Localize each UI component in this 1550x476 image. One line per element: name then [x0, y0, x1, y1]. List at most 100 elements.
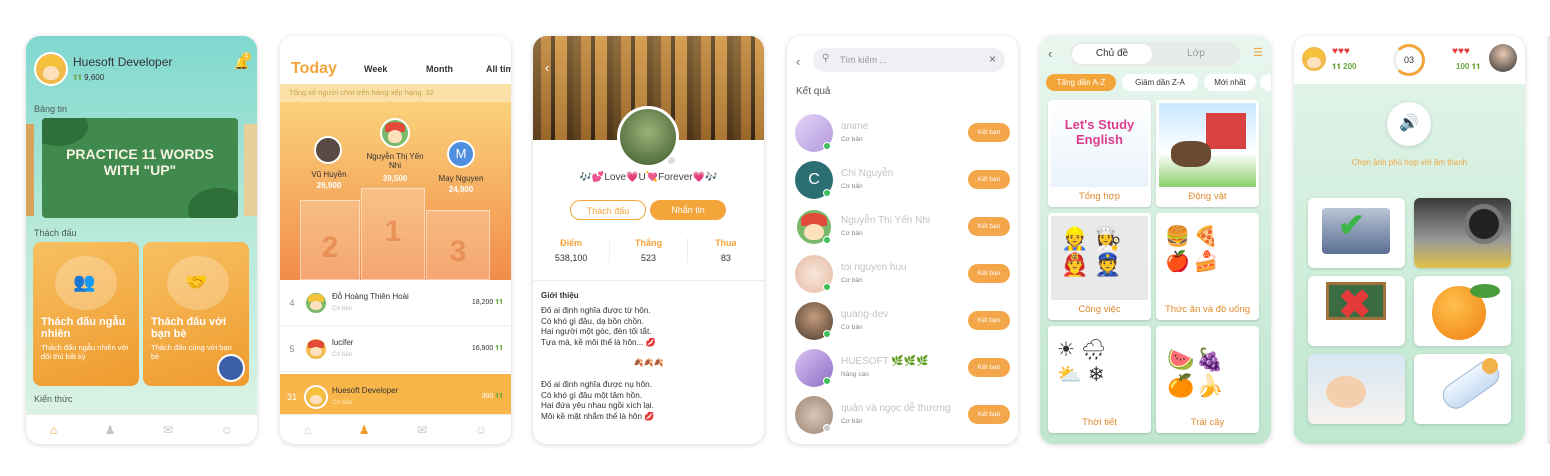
their-score: 100 𝟏𝟏	[1456, 62, 1481, 71]
add-friend-button[interactable]: Kết bạn	[968, 311, 1010, 330]
tab-grade[interactable]: Lớp	[1156, 44, 1236, 64]
notification-badge: 1	[242, 52, 251, 61]
sort-az-chip[interactable]: Tăng dần A-Z	[1046, 74, 1116, 91]
user-avatar[interactable]	[34, 52, 68, 86]
profile-icon[interactable]: ☺	[221, 423, 233, 437]
check-icon: ✔	[1338, 207, 1365, 243]
clear-icon[interactable]: ×	[989, 52, 996, 66]
online-dot	[667, 156, 676, 165]
challenge-button[interactable]: Thách đấu	[570, 200, 646, 220]
challenge-label: Thách đấu	[34, 228, 77, 238]
chat-icon[interactable]: ✉	[163, 423, 173, 437]
user-name: Huesoft Developer	[73, 55, 173, 69]
mascot-icon	[217, 354, 245, 382]
profile-screen: ‹ 🎶💕Love💗U💘Forever💗🎶 Thách đấu Nhắn tin …	[533, 36, 764, 444]
newest-chip[interactable]: Mới nhất	[1204, 74, 1256, 91]
add-friend-button[interactable]: Kết bạn	[968, 170, 1010, 189]
list-item[interactable]: toi nguyen huu Cơ bản Kết bạn	[795, 255, 1010, 301]
third-score: 24,900	[448, 185, 474, 194]
message-button[interactable]: Nhắn tin	[650, 200, 726, 220]
search-icon: ⚲	[822, 53, 830, 64]
prev-banner-peek[interactable]	[26, 124, 34, 216]
topic-tile[interactable]: Động vật	[1156, 100, 1259, 207]
tab-month[interactable]: Month	[426, 64, 453, 74]
game-prompt: Chọn ảnh phù hợp với âm thanh	[1351, 158, 1468, 167]
back-icon[interactable]: ‹	[796, 54, 800, 69]
coin-count: 𝟏𝟏 9,600	[73, 73, 105, 82]
first-score: 39,500	[382, 174, 408, 183]
chat-icon[interactable]: ✉	[417, 423, 427, 437]
answer-option[interactable]	[1414, 354, 1511, 424]
my-score: 𝟏𝟏 200	[1332, 62, 1357, 71]
list-item[interactable]: quân và ngọc dễ thương Cơ bản Kết bạn	[795, 396, 1010, 442]
intro-poem-2: Đố ai định nghĩa được nụ hôn. Có khó gì đ…	[541, 380, 655, 421]
topic-tile[interactable]: 👷👩‍🍳 👨‍🚒👮 Công việc	[1048, 213, 1151, 320]
friend-challenge-card[interactable]: 🤝 Thách đấu với bạn bè Thách đấu cùng với…	[143, 242, 249, 386]
tab-week[interactable]: Week	[364, 64, 387, 74]
add-friend-button[interactable]: Kết bạn	[968, 405, 1010, 424]
home-icon[interactable]: ⌂	[304, 423, 311, 437]
my-hearts: ♥♥♥	[1332, 46, 1350, 57]
tab-topics[interactable]: Chủ đề	[1072, 44, 1152, 64]
next-banner-peek[interactable]	[244, 124, 257, 216]
back-icon[interactable]: ‹	[545, 60, 549, 75]
more-chip[interactable]	[1260, 74, 1271, 91]
topic-tile[interactable]: 🍉🍇 🍊🍌 Trái cây	[1156, 326, 1259, 433]
rank-row[interactable]: 5 lucifer Cơ bản 16,900 𝟏𝟏	[280, 326, 511, 372]
sort-za-chip[interactable]: Giảm dần Z-A	[1122, 74, 1198, 91]
home-icon[interactable]: ⌂	[50, 423, 57, 437]
poem-divider: 🍂🍂🍂	[633, 358, 664, 367]
answer-option[interactable]	[1414, 198, 1511, 268]
answer-option[interactable]	[1414, 276, 1511, 346]
answer-option[interactable]	[1308, 354, 1405, 424]
add-friend-button[interactable]: Kết bạn	[968, 264, 1010, 283]
avatar-second[interactable]	[314, 136, 342, 164]
knowledge-label: Kiến thức	[34, 394, 73, 404]
random-challenge-card[interactable]: 👥 Thách đấu ngẫu nhiên Thách đấu ngẫu nhi…	[33, 242, 139, 386]
topic-tile[interactable]: ☀🌧 ⛅❄ Thời tiết	[1048, 326, 1151, 433]
cross-icon: ✖	[1338, 283, 1372, 327]
tab-all-time[interactable]: All tim	[486, 64, 511, 74]
player-count-notice: Tổng số người chơi trên bảng xếp hạng: 3…	[280, 84, 511, 102]
my-avatar	[1300, 45, 1328, 73]
list-item[interactable]: quang-dev Cơ bản Kết bạn	[795, 302, 1010, 348]
avatar-first[interactable]	[380, 118, 410, 148]
their-hearts: ♥♥♥	[1452, 46, 1470, 57]
leaderboard-icon[interactable]: ♟	[105, 423, 116, 437]
first-name: Nguyễn Thị Yến Nhi	[366, 152, 424, 170]
home-screen: Huesoft Developer 𝟏𝟏 9,600 🔔 1 Bảng tin …	[26, 36, 257, 444]
topic-tile[interactable]: Let's Study English Tổng hợp	[1048, 100, 1151, 207]
tab-today[interactable]: Today	[291, 60, 337, 78]
segment-control: Chủ đề Lớp	[1070, 42, 1240, 66]
screenshot-collage: Huesoft Developer 𝟏𝟏 9,600 🔔 1 Bảng tin …	[0, 0, 1550, 476]
rank-row[interactable]: 4 Đỗ Hoàng Thiên Hoài Cơ bản 18,200 𝟏𝟏	[280, 280, 511, 326]
back-icon[interactable]: ‹	[1048, 46, 1052, 61]
answer-option[interactable]: ✖	[1308, 276, 1405, 346]
list-item[interactable]: anime Cơ bản Kết bạn	[795, 114, 1010, 160]
avatar-third[interactable]: M	[447, 140, 475, 168]
results-label: Kết quả	[796, 86, 831, 97]
speaker-icon[interactable]: 🔊	[1387, 102, 1431, 146]
add-friend-button[interactable]: Kết bạn	[968, 217, 1010, 236]
podium-third: 3	[426, 210, 490, 280]
topic-tile[interactable]: 🍔🍕 🍎🍰 Thức ăn và đồ uống	[1156, 213, 1259, 320]
podium-area: Vũ Huyền 26,900 Nguyễn Thị Yến Nhi 39,50…	[280, 102, 511, 280]
intro-label: Giới thiệu	[541, 291, 579, 300]
filter-icon[interactable]: ☰	[1253, 46, 1263, 59]
profile-icon[interactable]: ☺	[475, 423, 487, 437]
search-screen: ‹ ⚲ Tìm kiếm ... × Kết quả anime Cơ bản Kế…	[787, 36, 1018, 444]
leaderboard-icon[interactable]: ♟	[359, 423, 370, 437]
news-banner[interactable]: PRACTICE 11 WORDS WITH "UP"	[42, 118, 238, 218]
answer-option[interactable]: ✔	[1308, 198, 1405, 268]
search-input[interactable]: ⚲ Tìm kiếm ... ×	[813, 48, 1005, 72]
intro-poem-1: Đố ai định nghĩa được từ hôn. Có khó gì đ…	[541, 306, 656, 347]
banner-text: PRACTICE 11 WORDS WITH "UP"	[66, 146, 214, 178]
list-item[interactable]: HUESOFT 🌿🌿🌿 Nâng cao Kết bạn	[795, 349, 1010, 395]
list-item[interactable]: Nguyễn Thị Yến Nhi Cơ bản Kết bạn	[795, 208, 1010, 254]
add-friend-button[interactable]: Kết bạn	[968, 358, 1010, 377]
add-friend-button[interactable]: Kết bạn	[968, 123, 1010, 142]
third-name: May Nguyen	[438, 174, 484, 183]
podium-second: 2	[300, 200, 360, 280]
stats-row: Điểm 538,100 Thắng 523 Thua 83	[533, 238, 764, 263]
list-item[interactable]: C Chi Nguyễn Cơ bản Kết bạn	[795, 161, 1010, 207]
